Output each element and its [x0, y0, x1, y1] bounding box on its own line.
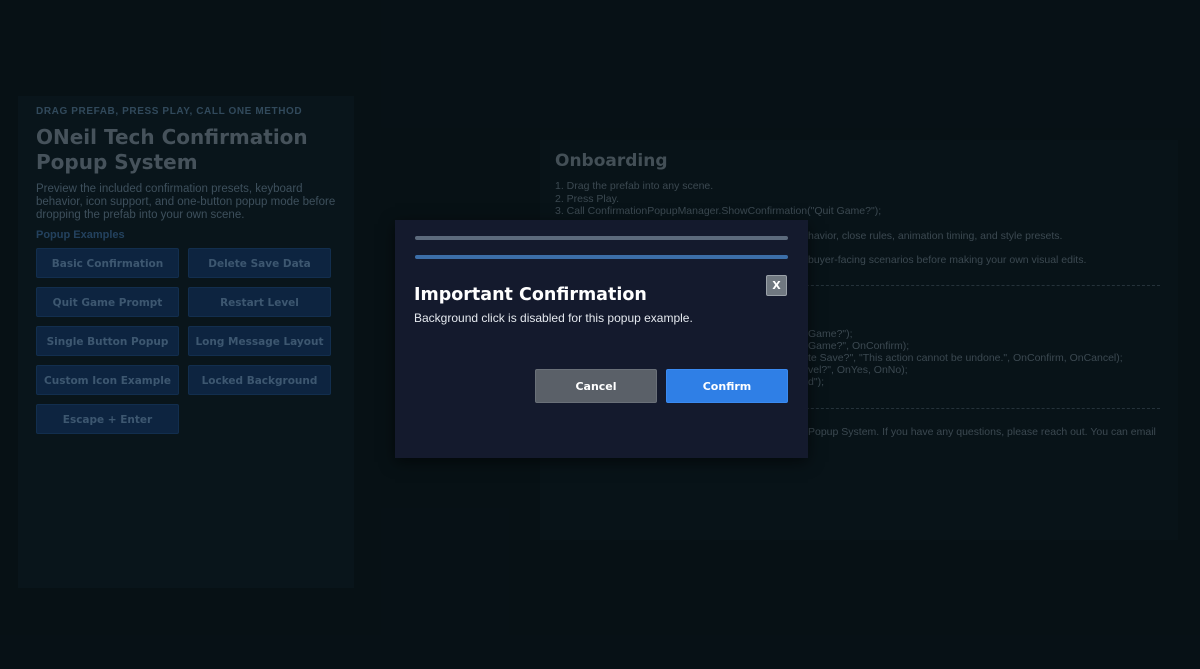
modal-title: Important Confirmation [414, 285, 647, 305]
close-icon: X [772, 279, 781, 292]
modal-message: Background click is disabled for this po… [414, 311, 693, 325]
close-button[interactable]: X [766, 275, 787, 296]
modal-header-bar [415, 236, 788, 240]
modal-accent-bar [415, 255, 788, 259]
app-stage: DRAG PREFAB, PRESS PLAY, CALL ONE METHOD… [0, 0, 1200, 669]
confirmation-modal: X Important Confirmation Background clic… [395, 220, 808, 458]
confirm-button[interactable]: Confirm [666, 369, 788, 403]
cancel-button[interactable]: Cancel [535, 369, 657, 403]
